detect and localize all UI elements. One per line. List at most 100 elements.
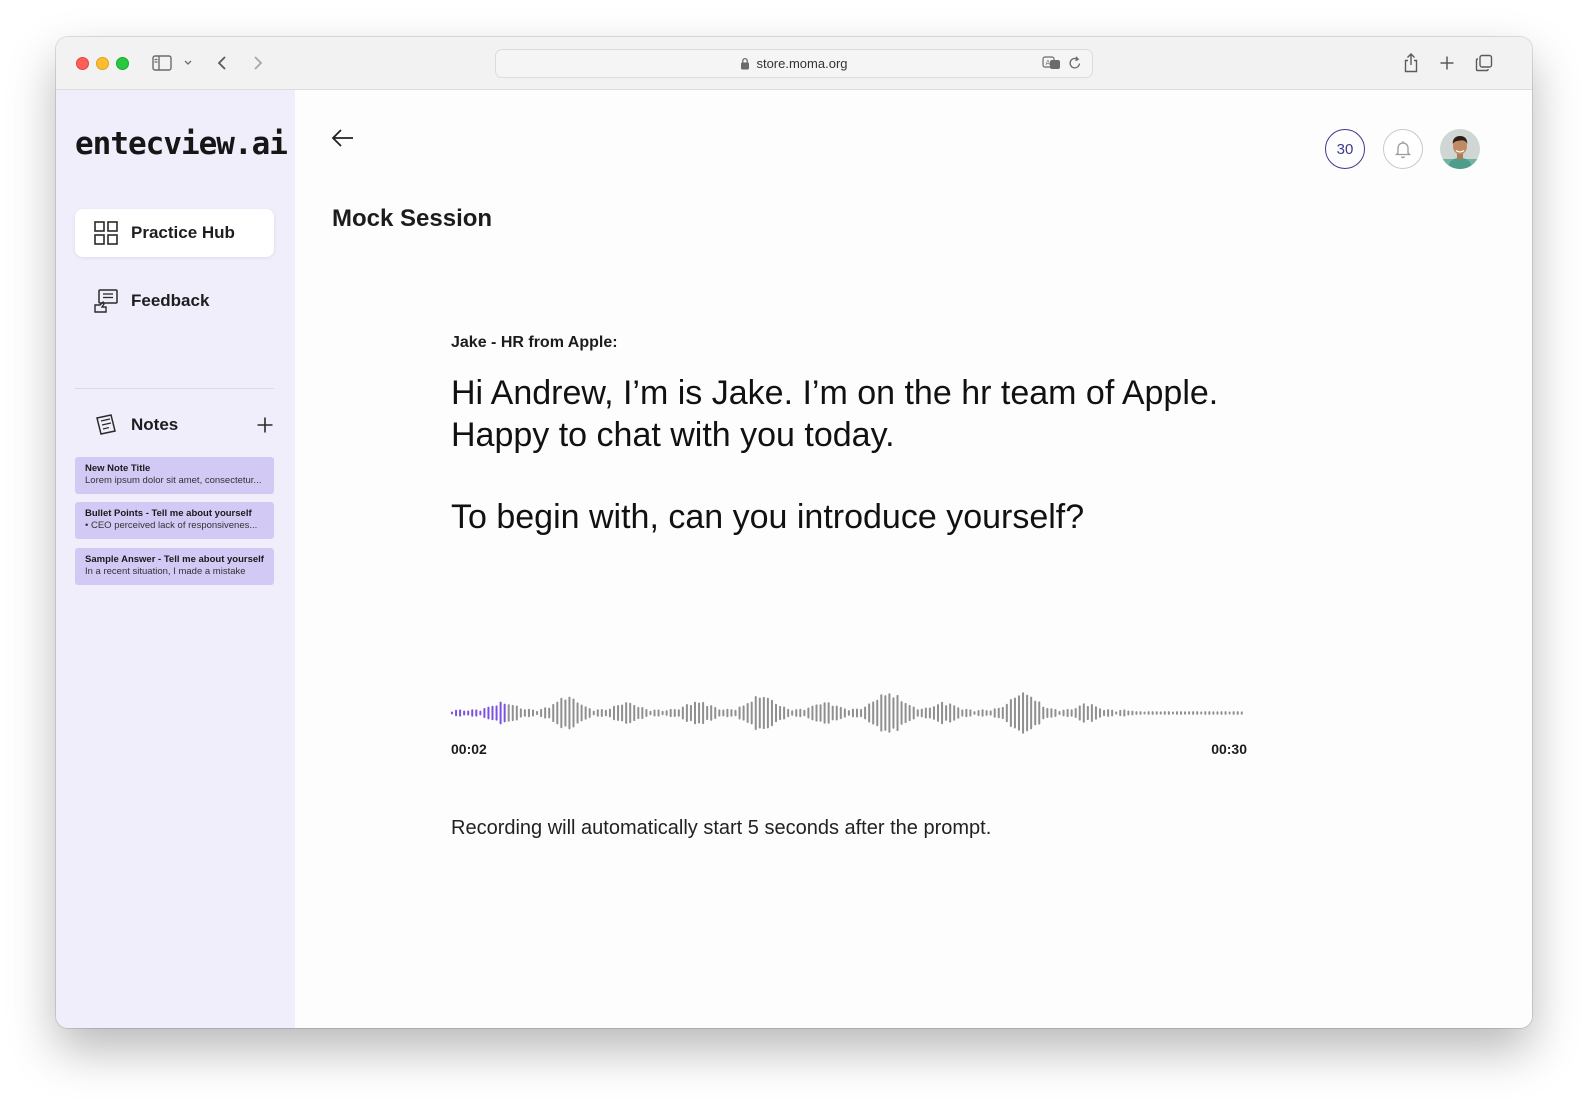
note-card[interactable]: Sample Answer - Tell me about yourself I… <box>75 548 274 585</box>
waveform-bar <box>746 702 749 724</box>
waveform-bar <box>540 708 543 718</box>
waveform-bar <box>677 709 680 717</box>
waveform-bar <box>1208 711 1211 715</box>
waveform-bar <box>694 701 696 725</box>
waveform-bar <box>689 704 692 722</box>
minimize-window-button[interactable] <box>96 57 109 70</box>
note-title: Bullet Points - Tell me about yourself <box>85 508 252 519</box>
waveform-bar <box>1180 711 1182 715</box>
app-logo[interactable]: entecview.ai <box>75 126 288 162</box>
waveform-bar <box>1074 707 1077 719</box>
browser-toolbar: store.moma.org A <box>56 37 1532 90</box>
waveform-bar <box>815 704 818 722</box>
waveform-bar <box>803 709 806 717</box>
waveform-bar <box>726 708 729 718</box>
waveform-bar <box>503 703 506 723</box>
add-note-icon[interactable] <box>256 416 274 434</box>
waveform-bar <box>1143 711 1146 715</box>
waveform-bar <box>957 707 960 719</box>
waveform-bar <box>839 706 842 720</box>
nav-practice-hub[interactable]: Practice Hub <box>75 209 274 257</box>
feedback-icon <box>94 289 118 313</box>
audio-waveform[interactable] <box>451 690 1247 736</box>
note-card[interactable]: New Note Title Lorem ipsum dolor sit ame… <box>75 457 274 494</box>
waveform-bar <box>491 705 494 721</box>
waveform-bar <box>1123 709 1126 717</box>
waveform-bar <box>1070 709 1073 717</box>
waveform-bar <box>860 708 863 718</box>
waveform-bar <box>459 709 462 717</box>
waveform-bar <box>1001 706 1004 720</box>
translate-icon[interactable]: A <box>1042 55 1062 71</box>
waveform-bar <box>856 708 858 718</box>
sidebar-toggle-icon[interactable] <box>150 51 174 75</box>
waveform-bar <box>738 706 741 720</box>
waveform-bar <box>1188 711 1191 715</box>
prompt-question: To begin with, can you introduce yoursel… <box>451 498 1085 536</box>
waveform-bar <box>463 710 466 716</box>
waveform-bar <box>1005 703 1008 723</box>
back-button[interactable] <box>329 124 357 152</box>
waveform-bar <box>1163 711 1166 715</box>
waveform-bar <box>754 696 757 730</box>
waveform-bar <box>657 709 660 717</box>
waveform-bar <box>556 701 559 725</box>
avatar[interactable] <box>1440 129 1480 169</box>
waveform-bar <box>961 709 964 717</box>
waveform-bar <box>527 708 530 718</box>
waveform-bar <box>851 708 854 718</box>
note-card[interactable]: Bullet Points - Tell me about yourself •… <box>75 502 274 539</box>
waveform-bar <box>1224 711 1227 715</box>
waveform-bar <box>649 710 652 716</box>
waveform-bar <box>669 708 672 718</box>
new-tab-icon[interactable] <box>1435 51 1459 75</box>
waveform-bar <box>1184 711 1187 715</box>
url-text: store.moma.org <box>756 56 848 71</box>
waveform-bar <box>977 709 980 717</box>
main-content: 30 Mock Session Jake - HR from Apple: Hi… <box>295 90 1532 1028</box>
back-nav-icon[interactable] <box>210 51 234 75</box>
chevron-down-icon[interactable] <box>176 51 200 75</box>
waveform-bar <box>1115 711 1118 715</box>
waveform-bar <box>471 709 474 717</box>
waveform-bar <box>564 699 567 727</box>
waveform-bar <box>1131 710 1134 716</box>
waveform-bar <box>1090 703 1093 723</box>
waveform-bar <box>1099 708 1101 718</box>
waveform-bar <box>908 704 911 722</box>
total-time: 00:30 <box>1211 741 1247 757</box>
waveform-bar <box>1022 692 1025 734</box>
zoom-window-button[interactable] <box>116 57 129 70</box>
note-preview: • CEO perceived lack of responsivenes... <box>85 520 258 531</box>
waveform-bar <box>1046 707 1049 719</box>
waveform-bar <box>633 704 636 722</box>
waveform-bar <box>993 708 996 718</box>
close-window-button[interactable] <box>76 57 89 70</box>
waveform-bar <box>617 704 620 722</box>
waveform-bar <box>827 702 830 724</box>
share-icon[interactable] <box>1399 51 1423 75</box>
waveform-bar <box>1054 709 1057 717</box>
credits-badge[interactable]: 30 <box>1325 129 1365 169</box>
forward-nav-icon[interactable] <box>246 51 270 75</box>
waveform-bar <box>1058 711 1061 715</box>
waveform-bar <box>1094 706 1097 720</box>
waveform-bar <box>641 706 644 720</box>
waveform-bar <box>1082 703 1085 723</box>
prompt-line: Hi Andrew, I’m is Jake. I’m on the hr te… <box>451 374 1219 412</box>
waveform-bar <box>523 709 526 717</box>
address-bar[interactable]: store.moma.org A <box>495 49 1093 78</box>
waveform-bar <box>932 706 935 720</box>
waveform-bar <box>1103 709 1106 717</box>
reload-icon[interactable] <box>1068 55 1082 71</box>
waveform-bar <box>989 710 992 716</box>
grid-icon <box>94 221 118 245</box>
nav-label: Feedback <box>131 291 210 310</box>
waveform-bar <box>1167 711 1170 715</box>
notifications-button[interactable] <box>1383 129 1423 169</box>
nav-feedback[interactable]: Feedback <box>75 277 274 325</box>
waveform-bar <box>483 707 486 719</box>
waveform-bar <box>1204 711 1207 715</box>
waveform-bar <box>1050 708 1053 718</box>
tab-overview-icon[interactable] <box>1472 51 1496 75</box>
